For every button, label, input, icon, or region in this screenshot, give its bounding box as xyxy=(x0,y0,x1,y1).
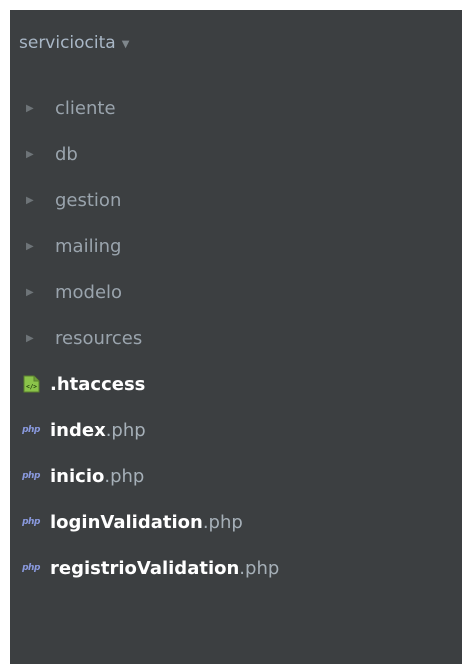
folder-label: db xyxy=(55,143,78,165)
folder-db[interactable]: ▶ db xyxy=(10,131,462,177)
folder-modelo[interactable]: ▶ modelo xyxy=(10,269,462,315)
file-name: index.php xyxy=(50,419,146,441)
project-panel: serviciocita ▼ ▶ cliente ▶ db ▶ gestion … xyxy=(10,10,462,664)
php-file-icon: php xyxy=(22,563,40,573)
htaccess-file-icon: </> xyxy=(21,374,41,394)
file-name: registrioValidation.php xyxy=(50,557,280,579)
file-loginvalidation-php[interactable]: php loginValidation.php xyxy=(10,499,462,545)
project-tree: ▶ cliente ▶ db ▶ gestion ▶ mailing ▶ mod… xyxy=(10,85,462,591)
file-name: loginValidation.php xyxy=(50,511,243,533)
file-index-php[interactable]: php index.php xyxy=(10,407,462,453)
caret-down-icon[interactable]: ▼ xyxy=(122,39,130,50)
folder-label: gestion xyxy=(55,189,122,211)
php-file-icon: php xyxy=(22,517,40,527)
php-file-icon: php xyxy=(22,425,40,435)
folder-resources[interactable]: ▶ resources xyxy=(10,315,462,361)
folder-label: resources xyxy=(55,327,143,349)
folder-label: mailing xyxy=(55,235,122,257)
project-selector[interactable]: serviciocita ▼ xyxy=(19,32,129,54)
file-inicio-php[interactable]: php inicio.php xyxy=(10,453,462,499)
expand-arrow-icon[interactable]: ▶ xyxy=(26,333,46,344)
folder-label: cliente xyxy=(55,97,116,119)
expand-arrow-icon[interactable]: ▶ xyxy=(26,287,46,298)
folder-gestion[interactable]: ▶ gestion xyxy=(10,177,462,223)
folder-label: modelo xyxy=(55,281,123,303)
folder-cliente[interactable]: ▶ cliente xyxy=(10,85,462,131)
expand-arrow-icon[interactable]: ▶ xyxy=(26,195,46,206)
file-name: inicio.php xyxy=(50,465,145,487)
folder-mailing[interactable]: ▶ mailing xyxy=(10,223,462,269)
file-htaccess[interactable]: </> .htaccess xyxy=(10,361,462,407)
svg-text:</>: </> xyxy=(26,384,37,391)
file-name: .htaccess xyxy=(50,373,146,395)
expand-arrow-icon[interactable]: ▶ xyxy=(26,149,46,160)
file-registriovalidation-php[interactable]: php registrioValidation.php xyxy=(10,545,462,591)
expand-arrow-icon[interactable]: ▶ xyxy=(26,103,46,114)
php-file-icon: php xyxy=(22,471,40,481)
expand-arrow-icon[interactable]: ▶ xyxy=(26,241,46,252)
project-name: serviciocita xyxy=(19,33,116,53)
